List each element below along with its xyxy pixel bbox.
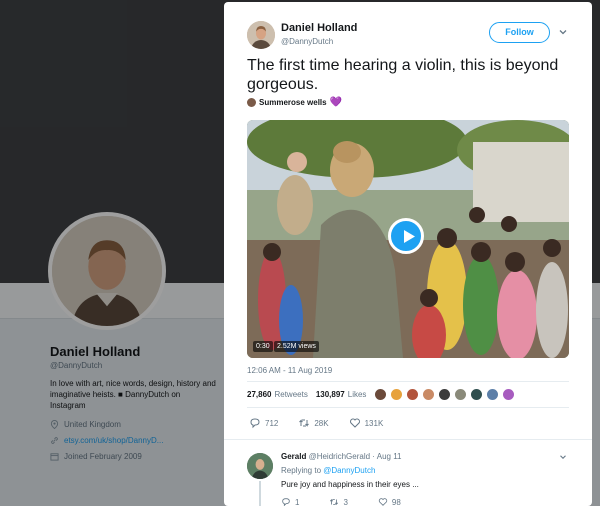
replying-to-prefix: Replying to (281, 466, 322, 475)
retweet-icon (299, 419, 310, 427)
play-icon (404, 230, 415, 243)
divider (247, 381, 569, 382)
reply-retweet-button[interactable]: 3 (329, 497, 348, 506)
reply-text: Pure joy and happiness in their eyes ... (281, 480, 419, 489)
reply-tweet[interactable]: Gerald @HeidrichGerald · Aug 11 Replying… (224, 443, 592, 506)
reply-icon (250, 418, 260, 429)
reply-reply-button[interactable]: 1 (281, 497, 299, 506)
liker-avatar[interactable] (486, 388, 499, 401)
reply-like-count: 98 (391, 497, 401, 506)
like-action-count: 131K (364, 418, 384, 428)
video-player[interactable]: 0:30 2.52M views (247, 120, 569, 358)
liker-avatar[interactable] (422, 388, 435, 401)
liker-avatar[interactable] (502, 388, 515, 401)
like-count[interactable]: 130,897 (316, 390, 345, 399)
reply-header: Gerald @HeidrichGerald · Aug 11 (281, 452, 402, 461)
heart-icon (378, 498, 388, 506)
liker-avatar[interactable] (374, 388, 387, 401)
replying-to: Replying to @DannyDutch (281, 466, 375, 475)
chevron-down-icon[interactable] (557, 26, 569, 38)
play-button[interactable] (388, 218, 424, 254)
heart-icon (349, 418, 360, 428)
reply-icon (282, 498, 290, 506)
liker-avatar[interactable] (470, 388, 483, 401)
like-button[interactable]: 131K (349, 417, 384, 429)
divider (224, 439, 592, 440)
reply-author-name[interactable]: Gerald (281, 452, 306, 461)
retweet-button[interactable]: 28K (298, 417, 329, 429)
reply-retweet-count: 3 (343, 497, 348, 506)
thread-line (259, 481, 261, 506)
reply-reply-count: 1 (295, 497, 300, 506)
tweet-stats: 27,860 Retweets 130,897 Likes (247, 390, 366, 399)
chevron-down-icon[interactable] (558, 452, 568, 462)
reply-count: 712 (265, 418, 279, 428)
reply-date[interactable]: · Aug 11 (372, 452, 401, 461)
tweet-author-handle[interactable]: @DannyDutch (281, 37, 333, 46)
reply-button[interactable]: 712 (249, 417, 278, 429)
reply-like-button[interactable]: 98 (378, 497, 401, 506)
retweet-action-count: 28K (314, 418, 329, 428)
reply-actions: 1 3 98 (281, 497, 431, 506)
liker-avatar[interactable] (438, 388, 451, 401)
tweet-modal: Daniel Holland @DannyDutch Follow The fi… (224, 2, 592, 506)
liker-avatar[interactable] (454, 388, 467, 401)
tweet-timestamp[interactable]: 12:06 AM - 11 Aug 2019 (247, 366, 332, 375)
tweet-text: The first time hearing a violin, this is… (247, 57, 559, 93)
reply-author-avatar-image (247, 453, 273, 479)
reply-author-handle[interactable]: @HeidrichGerald (309, 452, 370, 461)
reply-author-avatar[interactable] (247, 453, 273, 479)
tweet-author-name[interactable]: Daniel Holland (281, 22, 357, 34)
liker-avatar[interactable] (390, 388, 403, 401)
likers-avatars[interactable] (374, 388, 515, 401)
liker-avatar[interactable] (406, 388, 419, 401)
like-label[interactable]: Likes (348, 390, 367, 399)
tweet-actions: 712 28K 131K (249, 417, 403, 429)
replying-to-handle[interactable]: @DannyDutch (323, 466, 375, 475)
tagged-user[interactable]: Summerose wells 💜 (247, 97, 342, 108)
tweet-author-avatar-image (247, 21, 275, 49)
retweet-icon (330, 498, 339, 506)
divider (247, 407, 569, 408)
tagged-user-name[interactable]: Summerose wells (259, 98, 327, 107)
purple-heart-emoji: 💜 (329, 97, 343, 108)
tweet-author-avatar[interactable] (247, 21, 275, 49)
retweet-label[interactable]: Retweets (274, 390, 307, 399)
tagged-user-avatar (247, 98, 256, 107)
retweet-count[interactable]: 27,860 (247, 390, 271, 399)
follow-button[interactable]: Follow (489, 22, 550, 43)
video-duration: 0:30 (253, 341, 273, 352)
video-view-count: 2.52M views (274, 341, 319, 352)
